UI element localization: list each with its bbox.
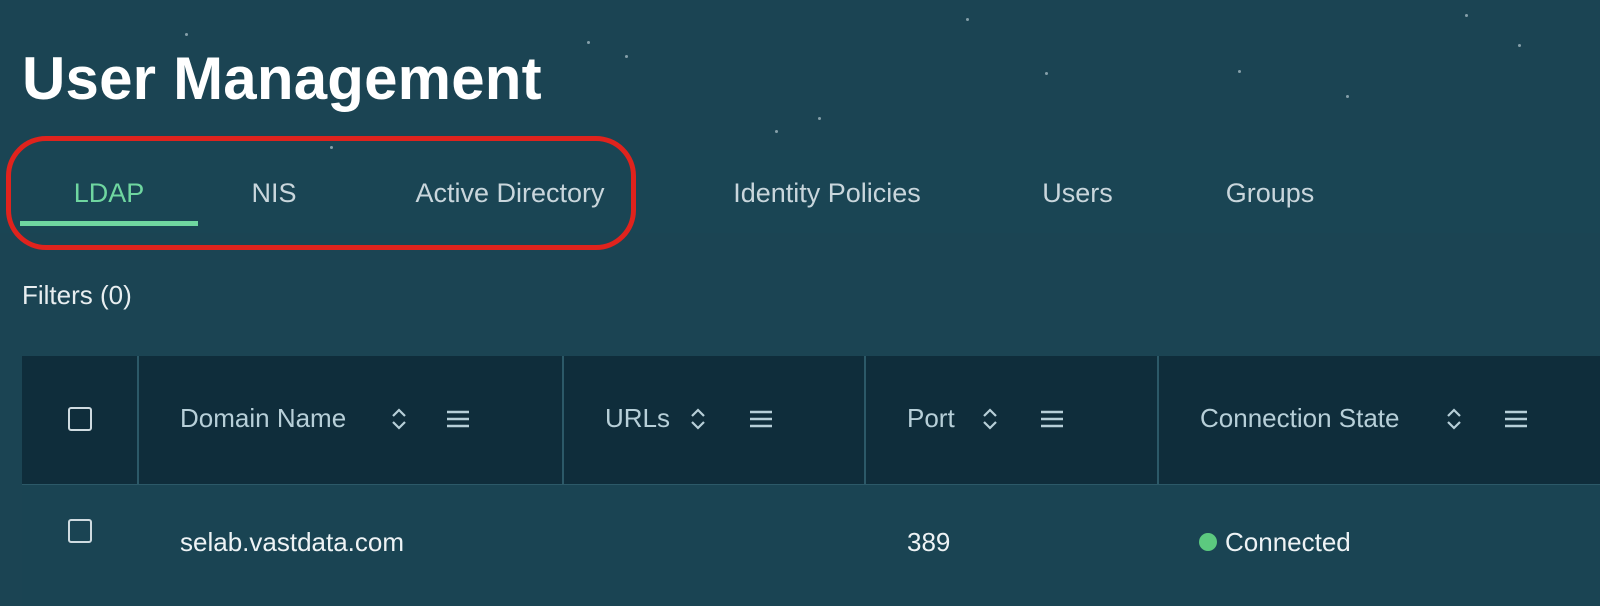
annotation-highlight	[6, 136, 636, 250]
tab-groups[interactable]: Groups	[1208, 178, 1332, 226]
sort-icon[interactable]	[977, 406, 1003, 432]
menu-icon[interactable]	[445, 406, 471, 432]
ldap-table: Domain Name URLs Port Connection State s…	[22, 356, 1600, 606]
tab-users[interactable]: Users	[1030, 178, 1125, 226]
column-label: Port	[907, 403, 955, 433]
cell-port: 389	[907, 527, 951, 557]
row-checkbox[interactable]	[68, 519, 92, 543]
sort-icon[interactable]	[1441, 406, 1467, 432]
tab-identity-policies[interactable]: Identity Policies	[712, 178, 942, 226]
table-row[interactable]: selab.vastdata.com 389 Connected	[22, 484, 1600, 606]
status-dot-icon	[1199, 533, 1217, 552]
menu-icon[interactable]	[1039, 406, 1065, 432]
column-label: URLs	[605, 403, 671, 433]
sort-icon[interactable]	[685, 406, 711, 432]
menu-icon[interactable]	[748, 406, 774, 432]
tab-label: Users	[1042, 178, 1113, 208]
header-connection-state[interactable]: Connection State	[1159, 356, 1600, 484]
menu-icon[interactable]	[1503, 406, 1529, 432]
cell-domain-name: selab.vastdata.com	[180, 527, 405, 557]
column-label: Domain Name	[180, 403, 347, 433]
column-label: Connection State	[1200, 403, 1400, 433]
cell-connection-state: Connected	[1199, 527, 1351, 558]
tab-label: Identity Policies	[733, 178, 921, 208]
sort-icon[interactable]	[386, 406, 412, 432]
page-title: User Management	[22, 45, 542, 112]
header-urls[interactable]: URLs	[564, 356, 866, 484]
tab-label: Groups	[1225, 178, 1315, 208]
select-all-checkbox[interactable]	[68, 407, 92, 431]
connection-state-label: Connected	[1225, 527, 1351, 557]
filters-button[interactable]: Filters (0)	[22, 280, 132, 311]
header-domain-name[interactable]: Domain Name	[139, 356, 564, 484]
header-port[interactable]: Port	[866, 356, 1159, 484]
table-header: Domain Name URLs Port Connection State	[22, 356, 1600, 484]
header-select-cell	[22, 356, 139, 484]
